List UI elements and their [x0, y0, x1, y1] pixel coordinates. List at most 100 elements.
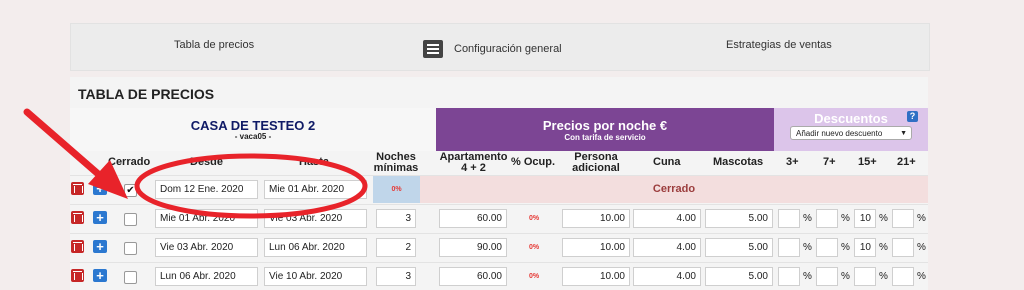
percent-sign: % — [841, 242, 850, 253]
descuento-21-input[interactable] — [892, 267, 914, 286]
col-desde: Desde — [190, 156, 224, 168]
percent-sign: % — [841, 271, 850, 282]
add-discount-select-value: Añadir nuevo descuento — [796, 129, 883, 138]
persona-input[interactable]: 10.00 — [562, 267, 630, 286]
descuento-7-input[interactable] — [816, 209, 838, 228]
noches-input[interactable]: 2 — [376, 238, 416, 257]
percent-sign: % — [841, 213, 850, 224]
cerrado-checkbox[interactable] — [124, 213, 137, 226]
chevron-down-icon: ▼ — [900, 130, 907, 137]
hasta-input[interactable]: Vie 03 Abr. 2020 — [264, 209, 367, 228]
house-name: CASA DE TESTEO 2 — [190, 118, 316, 133]
col-cuna: Cuna — [653, 156, 681, 168]
occupancy-value: 0% — [528, 273, 540, 280]
hasta-input[interactable]: Lun 06 Abr. 2020 — [264, 238, 367, 257]
occupancy-value: 0% — [528, 215, 540, 222]
percent-sign: % — [803, 242, 812, 253]
table-row: + Vie 03 Abr. 2020 Lun 06 Abr. 2020 2 90… — [70, 233, 928, 261]
col-descuento-7: 7+ — [823, 156, 836, 168]
cerrado-checkbox[interactable] — [124, 271, 137, 284]
page-title: TABLA DE PRECIOS — [78, 86, 215, 102]
percent-sign: % — [917, 271, 926, 282]
discounts-header: Descuentos ? Añadir nuevo descuento ▼ — [774, 108, 928, 151]
col-apartamento-line2: 4 + 2 — [461, 162, 486, 174]
descuento-21-input[interactable] — [892, 209, 914, 228]
col-descuento-3: 3+ — [786, 156, 799, 168]
col-descuento-15: 15+ — [858, 156, 877, 168]
col-noches-line2: mínimas — [373, 162, 419, 174]
col-descuento-21: 21+ — [897, 156, 916, 168]
discounts-title: Descuentos — [814, 111, 888, 126]
plus-icon[interactable]: + — [93, 240, 107, 253]
occupancy-value: 0% — [528, 244, 540, 251]
noches-input[interactable]: 3 — [376, 267, 416, 286]
add-discount-select[interactable]: Añadir nuevo descuento ▼ — [790, 126, 912, 140]
prices-subtitle: Con tarifa de servicio — [564, 133, 646, 142]
hasta-input[interactable]: Vie 10 Abr. 2020 — [264, 267, 367, 286]
descuento-3-input[interactable] — [778, 238, 800, 257]
list-document-icon — [423, 40, 443, 58]
col-ocupacion: % Ocup. — [511, 156, 556, 168]
col-hasta: Hasta — [299, 156, 329, 168]
col-mascotas: Mascotas — [713, 156, 764, 168]
mascotas-input[interactable]: 5.00 — [705, 209, 773, 228]
cuna-input[interactable]: 4.00 — [633, 209, 701, 228]
percent-sign: % — [917, 242, 926, 253]
noches-input[interactable]: 3 — [376, 209, 416, 228]
cerrado-checkbox[interactable] — [124, 242, 137, 255]
percent-sign: % — [803, 271, 812, 282]
house-header: CASA DE TESTEO 2 - vaca05 - — [70, 108, 436, 151]
prices-title: Precios por noche € — [542, 118, 668, 133]
closed-occupancy: 0% — [373, 176, 420, 203]
desde-input[interactable]: Vie 03 Abr. 2020 — [155, 238, 258, 257]
mascotas-input[interactable]: 5.00 — [705, 238, 773, 257]
trash-icon[interactable] — [71, 182, 84, 195]
desde-input[interactable]: Lun 06 Abr. 2020 — [155, 267, 258, 286]
tab-estrategias-de-ventas[interactable]: Estrategias de ventas — [726, 39, 832, 51]
mascotas-input[interactable]: 5.00 — [705, 267, 773, 286]
percent-sign: % — [879, 213, 888, 224]
help-icon[interactable]: ? — [907, 111, 918, 122]
persona-input[interactable]: 10.00 — [562, 209, 630, 228]
col-noches-minimas: Noches mínimas — [371, 152, 421, 174]
desde-input[interactable]: Dom 12 Ene. 2020 — [155, 180, 258, 199]
descuento-15-input[interactable] — [854, 267, 876, 286]
apartamento-input[interactable]: 60.00 — [439, 209, 507, 228]
prices-header: Precios por noche € Con tarifa de servic… — [436, 108, 774, 151]
tab-tabla-de-precios[interactable]: Tabla de precios — [174, 39, 254, 51]
descuento-15-input[interactable]: 10 — [854, 238, 876, 257]
cerrado-checkbox[interactable]: ✔ — [124, 184, 137, 197]
descuento-3-input[interactable] — [778, 209, 800, 228]
plus-icon[interactable]: + — [93, 269, 107, 282]
trash-icon[interactable] — [71, 211, 84, 224]
percent-sign: % — [879, 242, 888, 253]
apartamento-input[interactable]: 60.00 — [439, 267, 507, 286]
hasta-input[interactable]: Mie 01 Abr. 2020 — [264, 180, 367, 199]
desde-input[interactable]: Mie 01 Abr. 2020 — [155, 209, 258, 228]
percent-sign: % — [917, 213, 926, 224]
col-apartamento: Apartamento 4 + 2 — [436, 152, 511, 174]
col-persona-adicional: Persona adicional — [566, 152, 626, 174]
cuna-input[interactable]: 4.00 — [633, 238, 701, 257]
table-row: + Lun 06 Abr. 2020 Vie 10 Abr. 2020 3 60… — [70, 262, 928, 290]
descuento-7-input[interactable] — [816, 267, 838, 286]
top-tab-bar: Tabla de precios Configuración general E… — [70, 23, 930, 71]
descuento-7-input[interactable] — [816, 238, 838, 257]
apartamento-input[interactable]: 90.00 — [439, 238, 507, 257]
plus-icon[interactable]: + — [93, 182, 107, 195]
trash-icon[interactable] — [71, 269, 84, 282]
descuento-3-input[interactable] — [778, 267, 800, 286]
col-cerrado: Cerrado — [108, 156, 151, 168]
descuento-15-input[interactable]: 10 — [854, 209, 876, 228]
table-row: + Mie 01 Abr. 2020 Vie 03 Abr. 2020 3 60… — [70, 204, 928, 232]
trash-icon[interactable] — [71, 240, 84, 253]
house-code: - vaca05 - — [234, 132, 272, 141]
cuna-input[interactable]: 4.00 — [633, 267, 701, 286]
percent-sign: % — [803, 213, 812, 224]
table-row-closed: + ✔ Dom 12 Ene. 2020 Mie 01 Abr. 2020 0%… — [70, 175, 928, 203]
plus-icon[interactable]: + — [93, 211, 107, 224]
col-persona-line2: adicional — [572, 162, 620, 174]
persona-input[interactable]: 10.00 — [562, 238, 630, 257]
tab-configuracion-general[interactable]: Configuración general — [454, 43, 562, 55]
descuento-21-input[interactable] — [892, 238, 914, 257]
